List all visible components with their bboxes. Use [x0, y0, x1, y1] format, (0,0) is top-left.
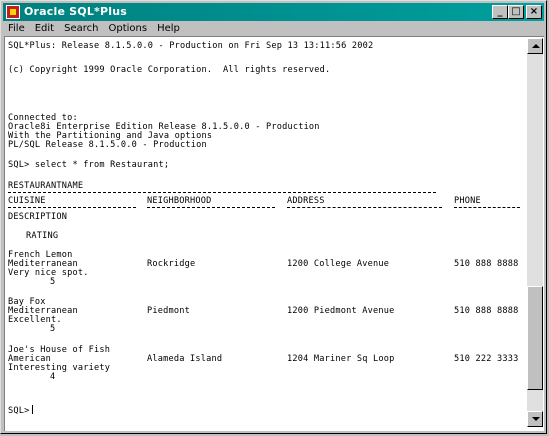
scroll-up-button[interactable] — [527, 38, 543, 54]
banner-line: SQL*Plus: Release 8.1.5.0.0 - Production… — [8, 41, 374, 51]
sql-prompt: SQL> — [8, 406, 30, 416]
oracle-app-icon[interactable] — [6, 5, 20, 19]
separator-line — [454, 207, 520, 208]
maximize-button[interactable]: □ — [508, 5, 524, 19]
minimize-button[interactable]: _ — [492, 5, 508, 19]
column-header-rating: RATING — [26, 231, 59, 241]
row-rating: 5 — [50, 324, 56, 334]
separator-line — [8, 192, 436, 193]
close-button[interactable]: × — [526, 5, 542, 19]
menu-search[interactable]: Search — [59, 22, 103, 36]
scroll-thumb[interactable] — [527, 286, 543, 390]
menu-file[interactable]: File — [3, 22, 30, 36]
column-header-address: ADDRESS — [287, 196, 325, 206]
row-neighborhood: Piedmont — [147, 306, 190, 316]
column-header-phone: PHONE — [454, 196, 481, 206]
row-address: 1200 Piedmont Avenue — [287, 306, 395, 316]
separator-line — [147, 207, 275, 208]
scroll-down-button[interactable] — [527, 411, 543, 427]
copyright-line: (c) Copyright 1999 Oracle Corporation. A… — [8, 65, 331, 75]
window-title: Oracle SQL*Plus — [24, 5, 128, 18]
down-arrow-icon — [532, 417, 540, 421]
console-area[interactable]: SQL*Plus: Release 8.1.5.0.0 - Production… — [4, 36, 544, 431]
row-neighborhood: Alameda Island — [147, 354, 223, 364]
title-bar[interactable]: Oracle SQL*Plus _ □ × — [3, 3, 544, 21]
up-arrow-icon — [532, 44, 540, 48]
row-address: 1204 Mariner Sq Loop — [287, 354, 395, 364]
column-header-restaurantname: RESTAURANTNAME — [8, 181, 84, 191]
column-header-neighborhood: NEIGHBORHOOD — [147, 196, 212, 206]
menu-edit[interactable]: Edit — [30, 22, 59, 36]
row-address: 1200 College Avenue — [287, 259, 390, 269]
column-header-cuisine: CUISINE — [8, 196, 46, 206]
vertical-scrollbar[interactable] — [527, 38, 543, 427]
column-header-description: DESCRIPTION — [8, 212, 68, 222]
sqlplus-window: Oracle SQL*Plus _ □ × File Edit Search Opti… — [0, 0, 547, 434]
command-line: SQL> select * from Restaurant; — [8, 160, 170, 170]
row-rating: 5 — [50, 277, 56, 287]
row-description: Very nice spot. — [8, 268, 89, 278]
separator-line — [287, 207, 442, 208]
console-output: SQL*Plus: Release 8.1.5.0.0 - Production… — [8, 41, 524, 427]
row-rating: 4 — [50, 372, 56, 382]
row-description: Interesting variety — [8, 363, 111, 373]
row-phone: 510 888 8888 — [454, 259, 519, 269]
row-neighborhood: Rockridge — [147, 259, 196, 269]
text-cursor — [31, 405, 33, 414]
sql-prompt-line[interactable]: SQL> — [8, 405, 33, 416]
menu-options[interactable]: Options — [103, 22, 152, 36]
separator-line — [8, 207, 136, 208]
menu-bar: File Edit Search Options Help — [3, 22, 544, 36]
plsql-line: PL/SQL Release 8.1.5.0.0 - Production — [8, 140, 207, 150]
row-phone: 510 222 3333 — [454, 354, 519, 364]
row-phone: 510 888 8888 — [454, 306, 519, 316]
menu-help[interactable]: Help — [152, 22, 185, 36]
